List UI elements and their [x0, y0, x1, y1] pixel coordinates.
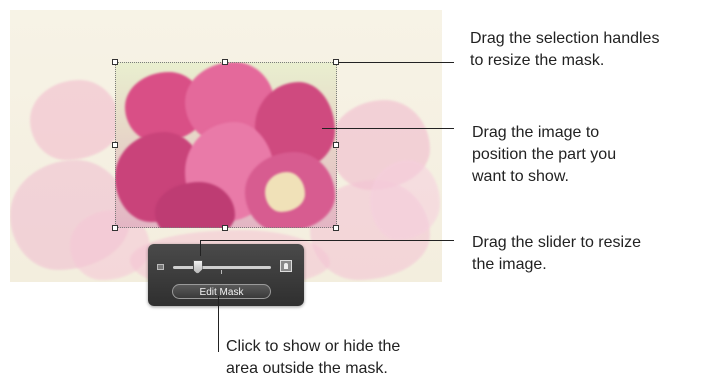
small-image-icon: [157, 264, 164, 270]
callout-image-line-1: Drag the image to: [472, 124, 600, 141]
mask-handle-middle-left[interactable]: [112, 142, 118, 148]
callout-line-handles: [338, 62, 454, 63]
callout-line-slider-drop: [200, 240, 201, 256]
mask-handle-bottom-left[interactable]: [112, 225, 118, 231]
callout-button-line-1: Click to show or hide the: [226, 338, 401, 355]
callout-button: Click to show or hide the area outside t…: [226, 336, 400, 380]
callout-image: Drag the image to position the part you …: [472, 122, 616, 188]
callout-handles-line-1: Drag the selection handles: [470, 30, 660, 47]
callout-line-image: [322, 128, 454, 129]
mask-handle-bottom-right[interactable]: [333, 225, 339, 231]
callout-slider: Drag the slider to resize the image.: [472, 232, 641, 276]
large-image-icon: [280, 260, 292, 272]
callout-image-line-3: want to show.: [472, 168, 569, 185]
mask-selection-border: [115, 62, 337, 228]
mask-handle-bottom-middle[interactable]: [222, 225, 228, 231]
callout-slider-line-2: the image.: [472, 256, 547, 273]
mask-handle-top-left[interactable]: [112, 59, 118, 65]
slider-knob[interactable]: [192, 260, 203, 274]
callout-handles-line-2: to resize the mask.: [470, 52, 605, 69]
callout-line-button: [218, 296, 219, 352]
callout-slider-line-1: Drag the slider to resize: [472, 234, 641, 251]
callout-button-line-2: area outside the mask.: [226, 360, 388, 377]
callout-handles: Drag the selection handles to resize the…: [470, 28, 659, 72]
edit-mask-button[interactable]: Edit Mask: [172, 284, 271, 299]
image-size-slider[interactable]: [173, 266, 271, 269]
slider-tick: [221, 270, 222, 274]
callout-image-line-2: position the part you: [472, 146, 617, 163]
mask-handle-middle-right[interactable]: [333, 142, 339, 148]
mask-controls-panel: Edit Mask: [148, 244, 304, 306]
callout-line-slider: [200, 240, 454, 241]
mask-handle-top-middle[interactable]: [222, 59, 228, 65]
